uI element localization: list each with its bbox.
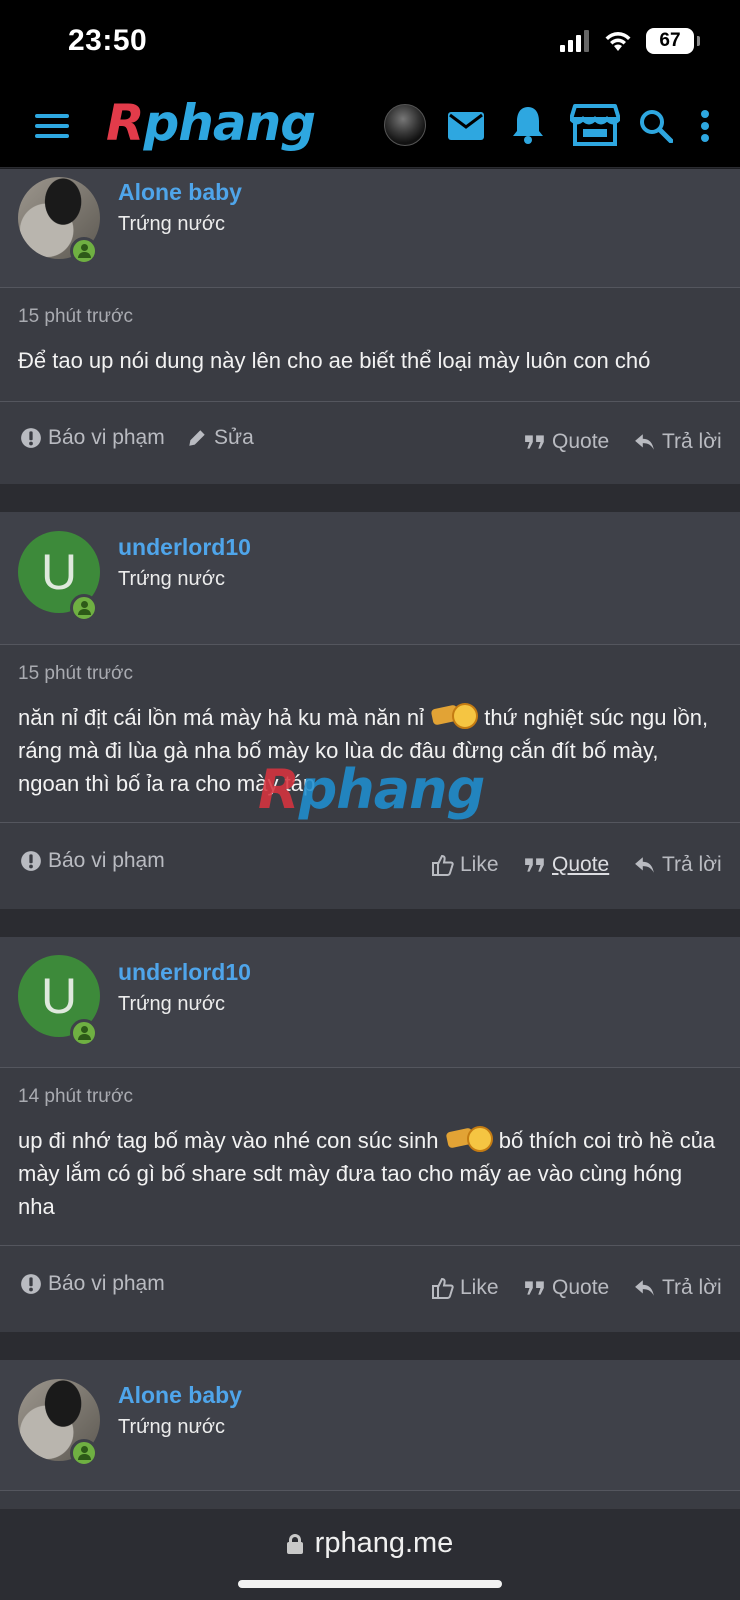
quote-button[interactable]: Quote xyxy=(524,1276,609,1300)
search-icon[interactable] xyxy=(634,104,678,148)
home-indicator[interactable] xyxy=(238,1580,502,1588)
post-time[interactable]: 15 phút trước xyxy=(18,663,722,685)
thumbs-up-icon xyxy=(432,1277,454,1299)
username[interactable]: Alone baby xyxy=(118,179,242,206)
reply-button[interactable]: Trả lời xyxy=(634,1276,722,1300)
reply-button[interactable]: Trả lời xyxy=(634,430,722,454)
mail-icon[interactable] xyxy=(444,104,488,148)
user-title: Trứng nước xyxy=(118,993,225,1015)
emoji-icon xyxy=(430,701,479,729)
username[interactable]: underlord10 xyxy=(118,959,251,986)
post-actions: Báo vi phạm Sửa Quote Trả lời xyxy=(0,402,740,484)
pencil-icon xyxy=(189,430,205,446)
reply-icon xyxy=(635,857,654,873)
site-logo[interactable]: Rphang xyxy=(106,94,317,152)
post-header: U underlord10 Trứng nước xyxy=(0,937,740,1068)
post-body: 15 phút trước Để tao up nói dung này lên… xyxy=(0,288,740,402)
post-header: U underlord10 Trứng nước xyxy=(0,512,740,645)
like-button[interactable]: Like xyxy=(432,853,499,877)
report-button[interactable]: Báo vi phạm xyxy=(20,849,165,873)
online-status-icon xyxy=(70,237,98,265)
post-separator xyxy=(0,909,740,937)
post-actions: Báo vi phạm Like Quote Trả lời xyxy=(0,823,740,909)
report-button[interactable]: Báo vi phạm xyxy=(20,1272,165,1296)
reply-button[interactable]: Trả lời xyxy=(634,853,722,877)
logo-text: phang xyxy=(143,94,317,152)
report-button[interactable]: Báo vi phạm xyxy=(20,426,165,450)
post-header: Alone baby Trứng nước xyxy=(0,169,740,288)
user-title: Trứng nước xyxy=(118,568,225,590)
avatar[interactable] xyxy=(18,177,100,265)
post-separator xyxy=(0,484,740,512)
report-icon xyxy=(21,851,41,871)
post: Alone baby Trứng nước 15 phút trước Để t… xyxy=(0,169,740,484)
avatar[interactable] xyxy=(18,1379,100,1467)
post-text: up đi nhớ tag bố mày vào nhé con súc sin… xyxy=(18,1124,722,1223)
quote-button[interactable]: Quote xyxy=(524,853,609,877)
url-display[interactable]: rphang.me xyxy=(0,1527,740,1560)
quote-icon xyxy=(525,858,544,872)
user-title: Trứng nước xyxy=(118,213,225,235)
post: Alone baby Trứng nước xyxy=(0,1360,740,1508)
post-header: Alone baby Trứng nước xyxy=(0,1360,740,1491)
store-icon[interactable] xyxy=(568,100,622,150)
user-title: Trứng nước xyxy=(118,1416,225,1438)
watermark-logo: Rphang xyxy=(258,758,485,821)
emoji-icon xyxy=(445,1124,493,1152)
post-time[interactable]: 15 phút trước xyxy=(18,306,722,328)
quote-button[interactable]: Quote xyxy=(524,430,609,454)
battery-icon: 67 xyxy=(646,28,700,54)
thumbs-up-icon xyxy=(432,854,454,876)
account-avatar[interactable] xyxy=(384,104,426,146)
status-time: 23:50 xyxy=(68,24,148,57)
quote-icon xyxy=(525,1281,544,1295)
username[interactable]: Alone baby xyxy=(118,1382,242,1409)
online-status-icon xyxy=(70,594,98,622)
logo-r: R xyxy=(106,94,145,152)
more-options-icon[interactable] xyxy=(690,104,720,148)
post: U underlord10 Trứng nước 14 phút trước u… xyxy=(0,937,740,1332)
report-icon xyxy=(21,428,41,448)
bell-icon[interactable] xyxy=(506,102,550,148)
report-icon xyxy=(21,1274,41,1294)
reply-icon xyxy=(635,434,654,450)
wifi-icon xyxy=(605,32,631,51)
menu-icon[interactable] xyxy=(30,104,74,148)
status-indicators: 67 xyxy=(560,28,700,54)
online-status-icon xyxy=(70,1019,98,1047)
like-button[interactable]: Like xyxy=(432,1276,499,1300)
post-body: 14 phút trước up đi nhớ tag bố mày vào n… xyxy=(0,1068,740,1246)
status-bar: 23:50 67 xyxy=(0,0,740,82)
signal-icon xyxy=(560,30,589,52)
reply-icon xyxy=(635,1280,654,1296)
post-actions: Báo vi phạm Like Quote Trả lời xyxy=(0,1246,740,1332)
lock-icon xyxy=(286,1534,303,1554)
app-header: Rphang xyxy=(0,82,740,168)
edit-button[interactable]: Sửa xyxy=(186,426,254,450)
username[interactable]: underlord10 xyxy=(118,534,251,561)
post-time[interactable]: 14 phút trước xyxy=(18,1086,722,1108)
online-status-icon xyxy=(70,1439,98,1467)
quote-icon xyxy=(525,435,544,449)
post-text: Để tao up nói dung này lên cho ae biết t… xyxy=(18,348,651,373)
post-separator xyxy=(0,1332,740,1360)
post: U underlord10 Trứng nước 15 phút trước n… xyxy=(0,512,740,909)
